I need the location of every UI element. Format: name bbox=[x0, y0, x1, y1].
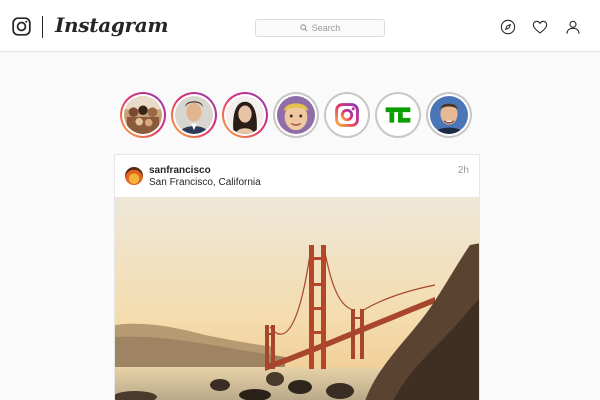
post-author-avatar[interactable] bbox=[125, 167, 143, 185]
story-thumbnail bbox=[277, 96, 315, 134]
story-thumbnail bbox=[430, 96, 468, 134]
logo-divider bbox=[42, 16, 43, 38]
feed-post: sanfrancisco San Francisco, California 2… bbox=[114, 154, 480, 400]
post-timestamp[interactable]: 2h bbox=[458, 165, 469, 176]
stories-tray bbox=[120, 92, 480, 140]
story-avatar[interactable] bbox=[324, 92, 370, 138]
instagram-camera-icon[interactable] bbox=[12, 17, 31, 36]
search-input[interactable]: Search bbox=[255, 19, 385, 37]
story-avatar[interactable] bbox=[273, 92, 319, 138]
story-avatar[interactable] bbox=[120, 92, 166, 138]
profile-person-icon[interactable] bbox=[565, 19, 581, 35]
post-username[interactable]: sanfrancisco bbox=[149, 165, 211, 176]
story-avatar[interactable] bbox=[222, 92, 268, 138]
story-avatar[interactable] bbox=[375, 92, 421, 138]
search-icon bbox=[300, 24, 308, 32]
post-location[interactable]: San Francisco, California bbox=[149, 177, 261, 188]
activity-heart-icon[interactable] bbox=[532, 19, 548, 35]
explore-compass-icon[interactable] bbox=[500, 19, 516, 35]
top-navigation-bar: Instagram Search bbox=[0, 0, 600, 52]
search-placeholder: Search bbox=[311, 23, 341, 33]
story-thumbnail bbox=[379, 96, 417, 134]
post-photo[interactable] bbox=[115, 197, 480, 400]
story-thumbnail bbox=[124, 96, 162, 134]
post-header: sanfrancisco San Francisco, California 2… bbox=[115, 155, 479, 197]
story-thumbnail bbox=[175, 96, 213, 134]
story-avatar[interactable] bbox=[171, 92, 217, 138]
instagram-wordmark[interactable]: Instagram bbox=[55, 13, 169, 37]
story-avatar[interactable] bbox=[426, 92, 472, 138]
story-thumbnail bbox=[226, 96, 264, 134]
story-thumbnail bbox=[328, 96, 366, 134]
